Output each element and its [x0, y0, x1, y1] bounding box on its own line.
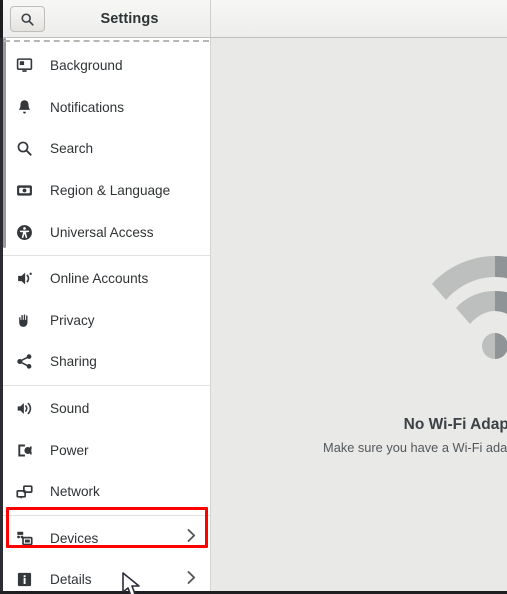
sidebar-item-privacy[interactable]: Privacy	[3, 300, 210, 342]
settings-window: Settings Background Notifications Search Re…	[0, 0, 507, 594]
sidebar-item-online-accounts[interactable]: Online Accounts	[3, 258, 210, 300]
sidebar-item-label: Power	[50, 442, 89, 458]
scroll-hint-line	[4, 40, 209, 42]
sidebar-list: Background Notifications Search Region & La…	[3, 45, 210, 591]
sidebar-item-label: Devices	[50, 530, 99, 546]
window-left-edge	[0, 0, 3, 594]
bell-icon	[16, 97, 38, 117]
sidebar: Background Notifications Search Region & La…	[3, 38, 211, 591]
sidebar-item-power[interactable]: Power	[3, 429, 210, 471]
sidebar-item-label: Background	[50, 58, 123, 74]
sidebar-item-region-language[interactable]: Region & Language	[3, 170, 210, 212]
sidebar-item-universal-access[interactable]: Universal Access	[3, 211, 210, 253]
empty-state: No Wi-Fi Adapter Found Make sure you hav…	[212, 38, 507, 594]
sidebar-separator	[3, 514, 210, 516]
window-left-edge-top	[0, 0, 3, 38]
power-plug-icon	[16, 440, 38, 460]
universal-access-icon	[16, 222, 38, 242]
search-icon	[20, 12, 35, 27]
sidebar-item-network[interactable]: Network	[3, 471, 210, 513]
headerbar: Settings	[0, 0, 507, 38]
chevron-right-icon	[187, 529, 196, 548]
sidebar-item-label: Network	[50, 484, 100, 500]
content-pane: No Wi-Fi Adapter Found Make sure you hav…	[212, 38, 507, 594]
sidebar-item-notifications[interactable]: Notifications	[3, 87, 210, 129]
sidebar-item-label: Universal Access	[50, 224, 154, 240]
sidebar-item-search[interactable]: Search	[3, 128, 210, 170]
search-button[interactable]	[10, 6, 45, 32]
background-icon	[16, 56, 38, 76]
share-icon	[16, 352, 38, 372]
sidebar-item-background[interactable]: Background	[3, 45, 210, 87]
wifi-icon	[430, 250, 507, 365]
sidebar-item-label: Sound	[50, 401, 90, 417]
network-icon	[16, 482, 38, 502]
window-title: Settings	[100, 10, 159, 27]
chevron-right-icon	[187, 570, 196, 589]
headerbar-sidebar-section: Settings	[3, 0, 211, 37]
sidebar-item-devices[interactable]: Devices	[3, 518, 210, 560]
sidebar-scrollbar[interactable]	[3, 38, 6, 248]
empty-state-title: No Wi-Fi Adapter Found	[403, 416, 507, 433]
search-icon	[16, 139, 38, 159]
region-language-icon	[16, 181, 38, 201]
sidebar-item-label: Details	[50, 572, 92, 588]
sidebar-separator	[3, 254, 210, 256]
sidebar-item-sound[interactable]: Sound	[3, 388, 210, 430]
empty-state-subtitle: Make sure you have a Wi-Fi adapter plugg…	[323, 440, 507, 455]
sidebar-item-label: Search	[50, 141, 94, 157]
sidebar-item-label: Notifications	[50, 99, 125, 115]
sidebar-item-label: Sharing	[50, 354, 97, 370]
sidebar-item-label: Region & Language	[50, 183, 171, 199]
sidebar-item-label: Online Accounts	[50, 271, 149, 287]
online-accounts-icon	[16, 269, 38, 289]
hand-icon	[16, 310, 38, 330]
sidebar-item-label: Privacy	[50, 312, 95, 328]
details-info-icon	[16, 570, 38, 590]
sidebar-item-sharing[interactable]: Sharing	[3, 341, 210, 383]
sidebar-separator	[3, 384, 210, 386]
devices-icon	[16, 528, 38, 548]
speaker-icon	[16, 399, 38, 419]
sidebar-item-details[interactable]: Details	[3, 559, 210, 591]
